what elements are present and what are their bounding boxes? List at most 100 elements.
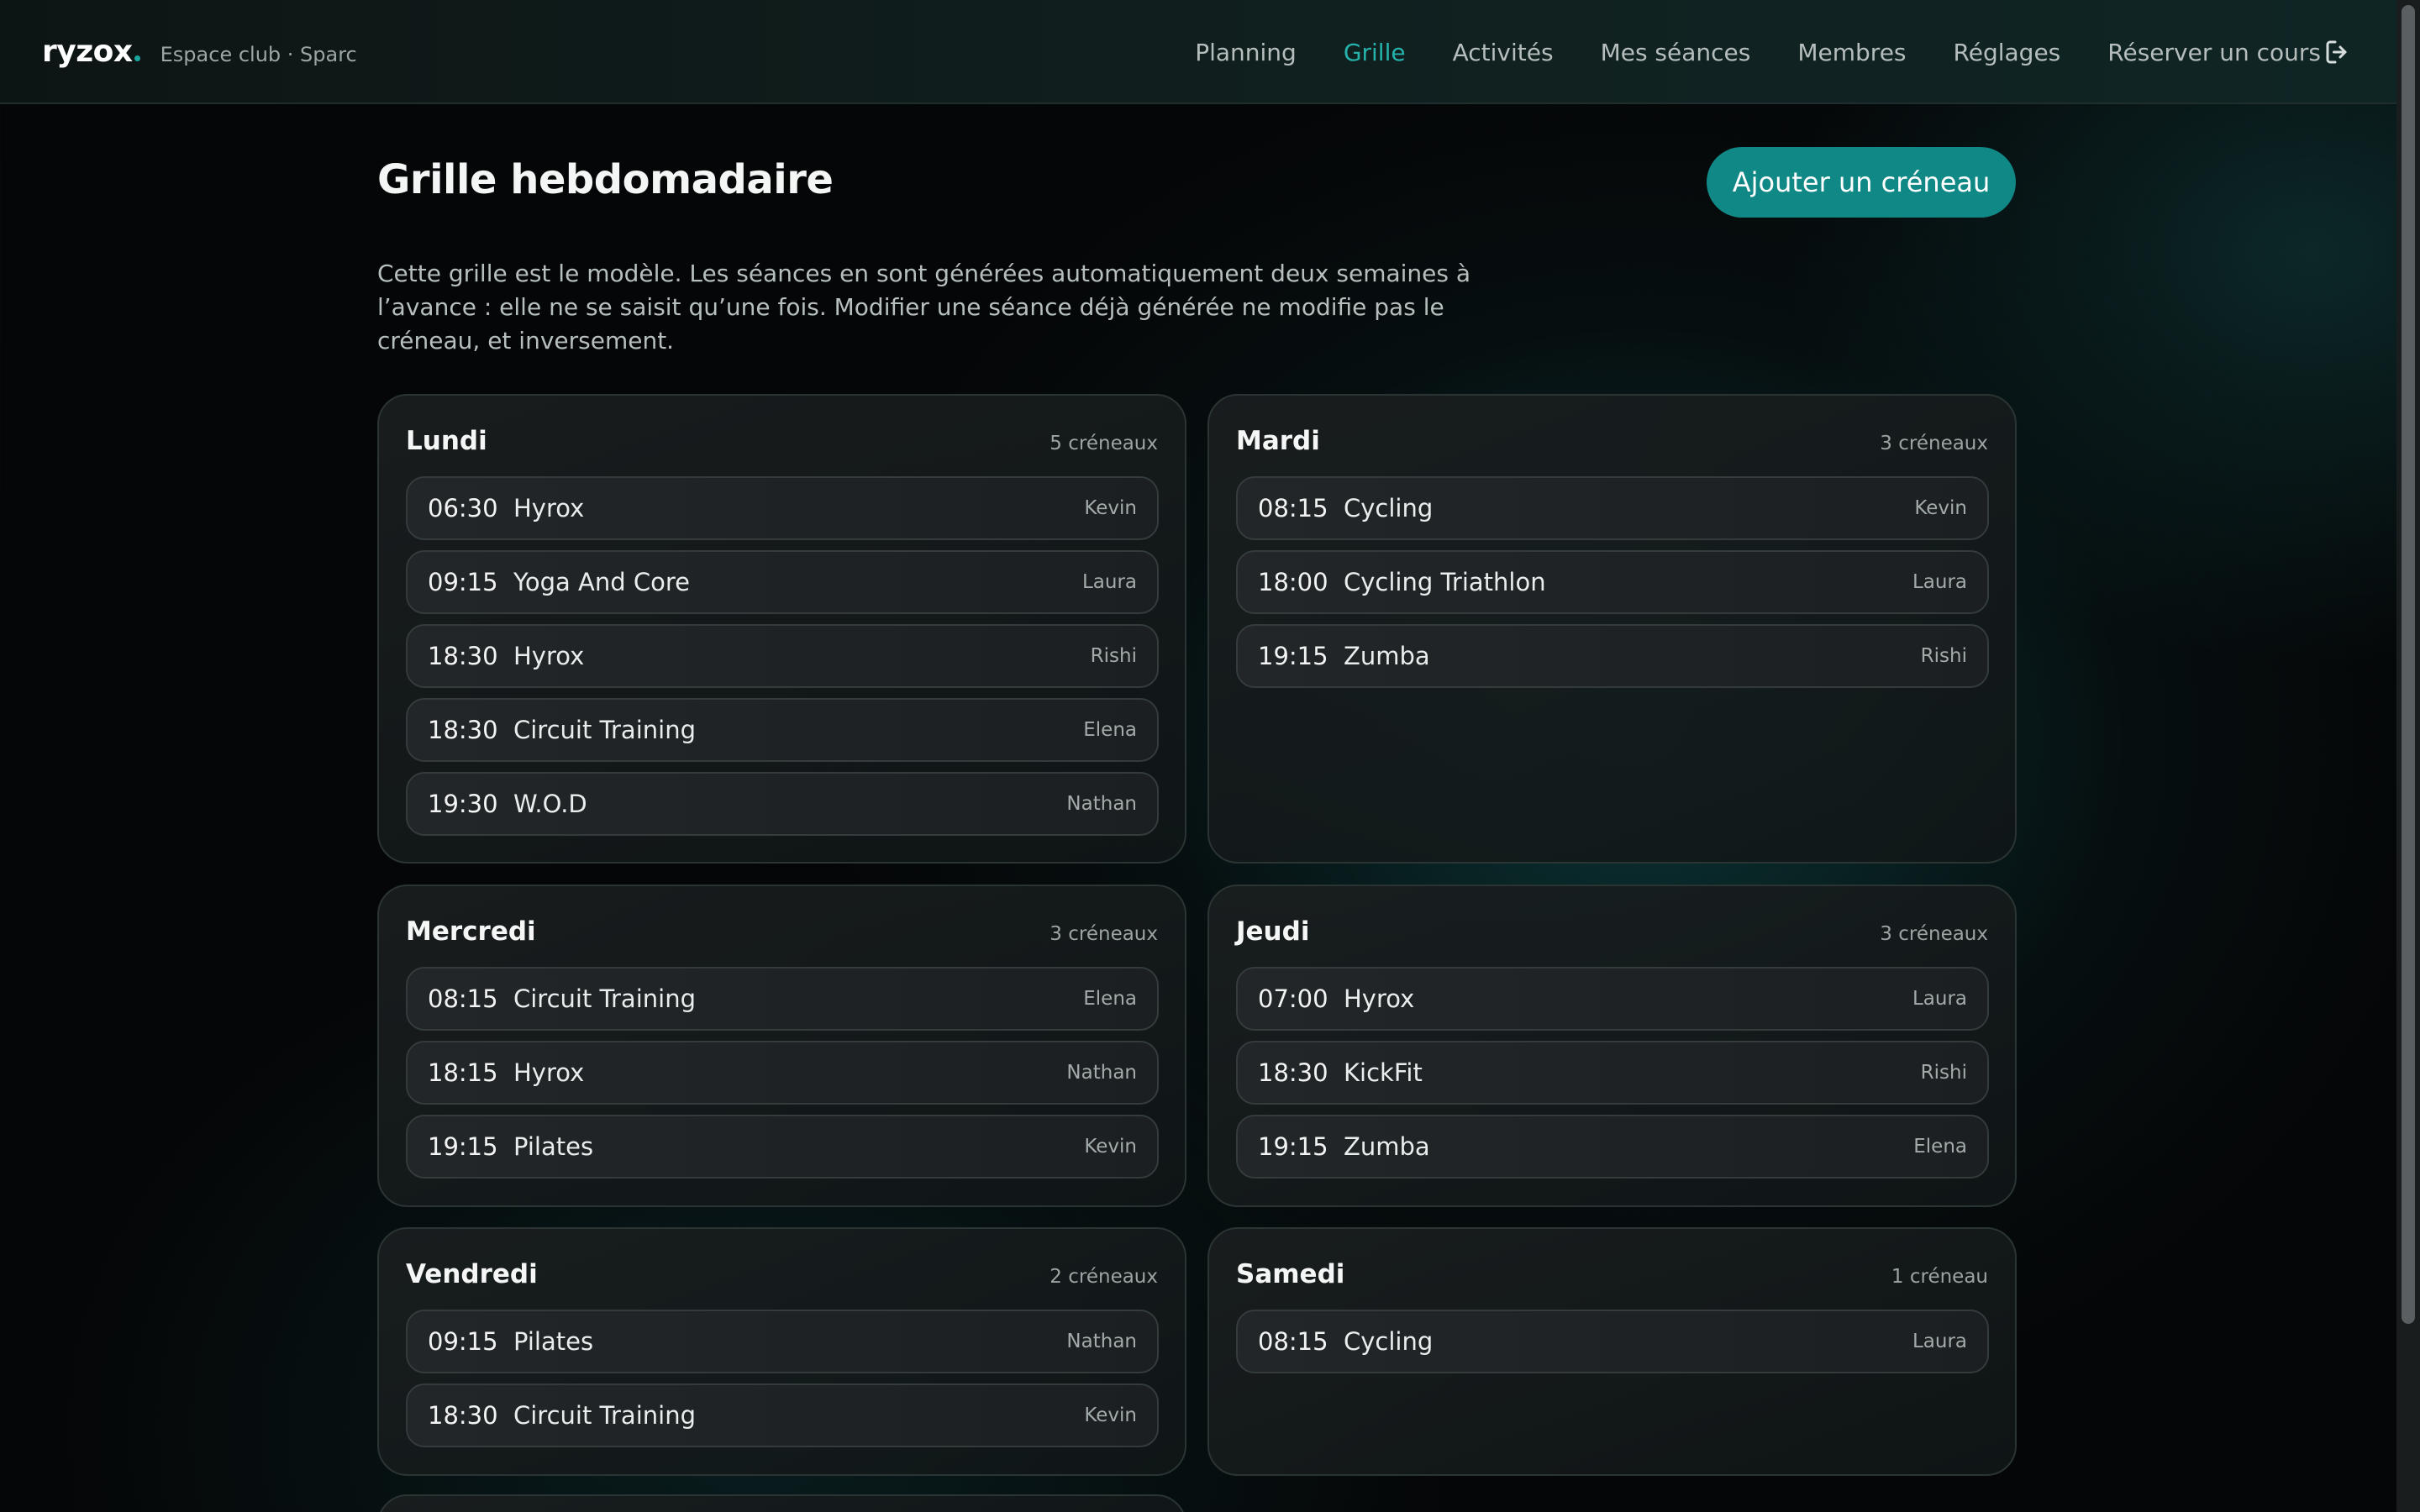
nav-activites[interactable]: Activités — [1453, 39, 1554, 66]
slot-time: 08:15 — [428, 984, 498, 1013]
slot-time: 07:00 — [1258, 984, 1328, 1013]
nav-reserver[interactable]: Réserver un cours — [2107, 39, 2321, 66]
slot-coach: Elena — [1083, 988, 1137, 1010]
slot-coach: Kevin — [1084, 497, 1137, 519]
nav-mes-seances[interactable]: Mes séances — [1601, 39, 1751, 66]
day-card-vendredi: Vendredi 2 créneaux 09:15 Pilates Nathan… — [377, 1227, 1186, 1476]
slot-item[interactable]: 08:15 Circuit Training Elena — [406, 967, 1159, 1031]
slot-coach: Rishi — [1920, 645, 1967, 667]
slot-coach: Kevin — [1914, 497, 1967, 519]
slot-item[interactable]: 18:00 Cycling Triathlon Laura — [1236, 550, 1989, 614]
slot-time: 19:15 — [428, 1132, 498, 1161]
slot-time: 18:30 — [1258, 1058, 1328, 1087]
slot-time: 18:00 — [1258, 568, 1328, 596]
day-card-mercredi: Mercredi 3 créneaux 08:15 Circuit Traini… — [377, 885, 1186, 1207]
slot-item[interactable]: 18:15 Hyrox Nathan — [406, 1041, 1159, 1105]
day-name: Lundi — [406, 426, 487, 456]
day-header: Mercredi 3 créneaux — [406, 916, 1158, 950]
slot-activity: KickFit — [1344, 1058, 1423, 1087]
day-header: Vendredi 2 créneaux — [406, 1259, 1158, 1293]
logo[interactable]: ryzox — [42, 34, 133, 69]
slot-count: 2 créneaux — [1050, 1266, 1158, 1288]
slot-coach: Laura — [1912, 1331, 1967, 1352]
slot-coach: Rishi — [1090, 645, 1137, 667]
slot-activity: Hyrox — [513, 642, 585, 670]
slot-coach: Nathan — [1066, 793, 1137, 815]
slot-activity: Hyrox — [513, 494, 585, 522]
day-header: Mardi 3 créneaux — [1236, 426, 1988, 459]
slot-item[interactable]: 09:15 Pilates Nathan — [406, 1310, 1159, 1373]
scrollbar-thumb[interactable] — [2402, 5, 2415, 1324]
slot-coach: Elena — [1913, 1136, 1967, 1158]
slot-item[interactable]: 18:30 KickFit Rishi — [1236, 1041, 1989, 1105]
day-name: Jeudi — [1236, 916, 1310, 947]
slot-time: 19:15 — [1258, 642, 1328, 670]
slot-item[interactable]: 18:30 Circuit Training Elena — [406, 698, 1159, 762]
add-slot-button[interactable]: Ajouter un créneau — [1707, 147, 2016, 218]
slot-coach: Rishi — [1920, 1062, 1967, 1084]
slot-time: 09:15 — [428, 568, 498, 596]
day-card-mardi: Mardi 3 créneaux 08:15 Cycling Kevin 18:… — [1207, 394, 2017, 864]
slot-time: 06:30 — [428, 494, 498, 522]
slot-time: 18:15 — [428, 1058, 498, 1087]
slot-item[interactable]: 19:15 Zumba Rishi — [1236, 624, 1989, 688]
day-header: Lundi 5 créneaux — [406, 426, 1158, 459]
logo-dot — [134, 55, 140, 61]
day-name: Mercredi — [406, 916, 536, 947]
day-card-next — [377, 1494, 1186, 1512]
slot-activity: Hyrox — [513, 1058, 585, 1087]
day-card-samedi: Samedi 1 créneau 08:15 Cycling Laura — [1207, 1227, 2017, 1476]
slot-item[interactable]: 19:15 Pilates Kevin — [406, 1115, 1159, 1179]
slot-time: 18:30 — [428, 716, 498, 744]
slot-item[interactable]: 06:30 Hyrox Kevin — [406, 476, 1159, 540]
slot-item[interactable]: 08:15 Cycling Laura — [1236, 1310, 1989, 1373]
slot-time: 18:30 — [428, 642, 498, 670]
slot-coach: Kevin — [1084, 1404, 1137, 1426]
slot-activity: Circuit Training — [513, 1401, 696, 1430]
slot-coach: Elena — [1083, 719, 1137, 741]
slot-activity: Zumba — [1344, 1132, 1430, 1161]
slot-item[interactable]: 19:30 W.O.D Nathan — [406, 772, 1159, 836]
slot-count: 5 créneaux — [1050, 433, 1158, 454]
logout-icon[interactable] — [2323, 37, 2353, 67]
slot-item[interactable]: 07:00 Hyrox Laura — [1236, 967, 1989, 1031]
slot-time: 19:15 — [1258, 1132, 1328, 1161]
slot-time: 09:15 — [428, 1327, 498, 1356]
slot-coach: Nathan — [1066, 1331, 1137, 1352]
slot-activity: Cycling — [1344, 494, 1434, 522]
slot-activity: Circuit Training — [513, 716, 696, 744]
slot-activity: Cycling — [1344, 1327, 1434, 1356]
slot-time: 19:30 — [428, 790, 498, 818]
slot-coach: Laura — [1081, 571, 1137, 593]
slot-item[interactable]: 09:15 Yoga And Core Laura — [406, 550, 1159, 614]
nav-reglages[interactable]: Réglages — [1954, 39, 2061, 66]
day-header: Jeudi 3 créneaux — [1236, 916, 1988, 950]
top-bar: ryzox Espace club · Sparc Planning Grill… — [0, 0, 2396, 104]
slot-item[interactable]: 08:15 Cycling Kevin — [1236, 476, 1989, 540]
scrollbar[interactable] — [2396, 0, 2420, 1512]
slot-count: 3 créneaux — [1880, 433, 1988, 454]
slot-activity: W.O.D — [513, 790, 587, 818]
nav-planning[interactable]: Planning — [1195, 39, 1297, 66]
brand: ryzox Espace club · Sparc — [42, 34, 357, 69]
slot-item[interactable]: 18:30 Circuit Training Kevin — [406, 1383, 1159, 1447]
slot-activity: Pilates — [513, 1132, 594, 1161]
slot-activity: Pilates — [513, 1327, 594, 1356]
slot-coach: Laura — [1912, 571, 1967, 593]
slot-time: 18:30 — [428, 1401, 498, 1430]
day-name: Vendredi — [406, 1259, 538, 1289]
nav-membres[interactable]: Membres — [1797, 39, 1906, 66]
slot-item[interactable]: 18:30 Hyrox Rishi — [406, 624, 1159, 688]
main-nav: Planning Grille Activités Mes séances Me… — [1148, 0, 2321, 104]
slot-item[interactable]: 19:15 Zumba Elena — [1236, 1115, 1989, 1179]
slot-activity: Hyrox — [1344, 984, 1415, 1013]
slot-activity: Yoga And Core — [513, 568, 690, 596]
nav-grille[interactable]: Grille — [1344, 39, 1406, 66]
day-name: Mardi — [1236, 426, 1320, 456]
slot-coach: Nathan — [1066, 1062, 1137, 1084]
slot-count: 3 créneaux — [1050, 923, 1158, 945]
club-name: Espace club · Sparc — [160, 42, 357, 66]
slot-count: 3 créneaux — [1880, 923, 1988, 945]
slot-time: 08:15 — [1258, 494, 1328, 522]
slot-coach: Kevin — [1084, 1136, 1137, 1158]
